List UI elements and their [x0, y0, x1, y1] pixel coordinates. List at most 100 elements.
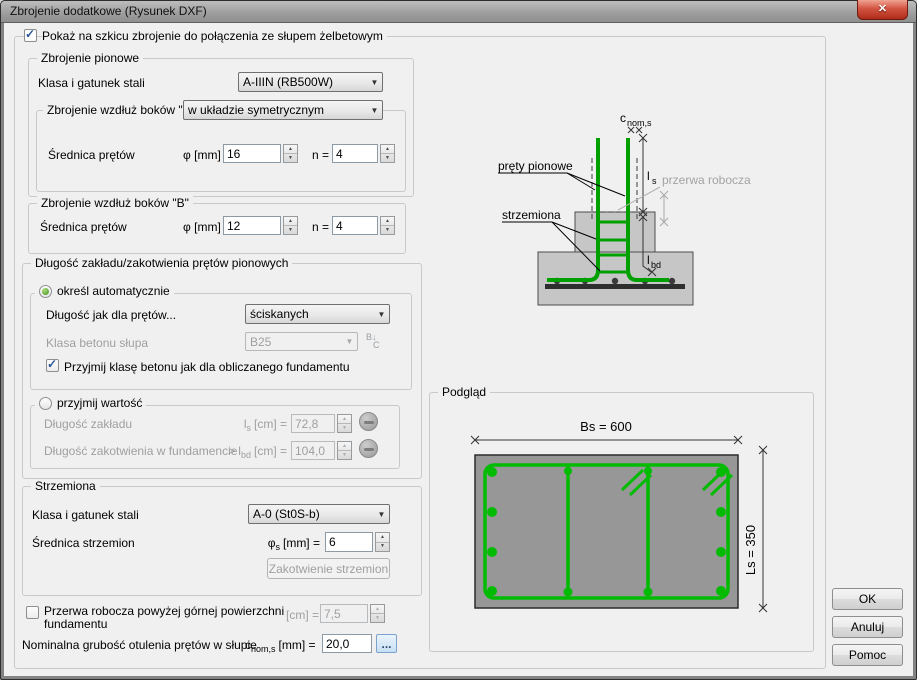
anchor-auto-calc-button — [359, 439, 378, 458]
group-title: Zbrojenie pionowe — [37, 51, 143, 65]
manual-radio-label: przyjmij wartość — [57, 396, 142, 410]
length-as-label: Długość jak dla prętów... — [46, 308, 176, 322]
gap-input — [320, 604, 368, 623]
cover-label: Nominalna grubość otulenia prętów w słup… — [22, 638, 257, 652]
layout-combo[interactable]: w układzie symetrycznym ▼ — [183, 100, 383, 120]
anchor-length-symbol: > lbd [cm] = — [205, 444, 287, 460]
spin-down-icon[interactable]: ▼ — [376, 542, 389, 552]
concrete-class-value: B25 — [246, 335, 342, 349]
column-preview: Bs = 600 — [432, 400, 808, 646]
cover-symbol: cnom,s [mm] = — [245, 638, 318, 654]
stirrup-phi-spinner[interactable]: ▲ ▼ — [375, 532, 390, 552]
spin-up-icon[interactable]: ▲ — [381, 217, 394, 225]
cancel-button[interactable]: Anuluj — [832, 616, 903, 638]
help-button[interactable]: Pomoc — [832, 644, 903, 666]
working-joint-checkbox[interactable] — [26, 606, 39, 619]
spin-up-icon[interactable]: ▲ — [284, 217, 297, 225]
stirrup-steel-value: A-0 (St0S-b) — [249, 507, 374, 521]
dash-icon — [364, 421, 374, 424]
chevron-down-icon: ▼ — [367, 106, 382, 115]
vertical-bars-label: pręty pionowe — [498, 159, 573, 173]
steel-class-combo[interactable]: A-IIIN (RB500W) ▼ — [238, 72, 383, 92]
lap-auto-calc-button — [359, 412, 378, 431]
dash-icon — [364, 448, 374, 451]
spin-down-icon[interactable]: ▼ — [284, 153, 297, 162]
stirrup-steel-label: Klasa i gatunek stali — [32, 508, 139, 522]
n-label: n = — [312, 220, 329, 234]
auto-radio[interactable] — [39, 285, 52, 298]
spin-down-icon[interactable]: ▼ — [381, 153, 394, 162]
ls-label: l — [647, 169, 650, 183]
n-label: n = — [312, 148, 329, 162]
n-b-spinner[interactable]: ▲ ▼ — [380, 216, 395, 235]
window-title: Zbrojenie dodatkowe (Rysunek DXF) — [10, 4, 207, 18]
n-b-input[interactable] — [332, 216, 378, 235]
steel-class-label: Klasa i gatunek stali — [38, 76, 145, 90]
n-l-input[interactable] — [332, 144, 378, 163]
phi-b-input[interactable] — [223, 216, 281, 235]
anchor-length-input — [291, 441, 335, 460]
steel-class-value: A-IIIN (RB500W) — [239, 75, 367, 89]
concrete-class-combo: B25 ▼ — [245, 332, 358, 351]
spin-down-icon: ▼ — [338, 450, 351, 459]
show-sketch-checkbox[interactable]: ✓ — [24, 29, 37, 42]
bs-dimension-label: Bs = 600 — [580, 419, 632, 434]
gap-unit-label: [cm] = — [286, 608, 319, 622]
n-l-spinner[interactable]: ▲ ▼ — [380, 144, 395, 163]
lap-length-label: Długość zakładu — [44, 417, 132, 431]
spin-up-icon[interactable]: ▲ — [284, 145, 297, 153]
ok-button[interactable]: OK — [832, 588, 903, 610]
bar-diameter-label: Średnica prętów — [48, 148, 135, 162]
working-joint-label-2: fundamentu — [44, 617, 107, 631]
lbd-label: l — [647, 253, 650, 267]
group-title: Podgląd — [438, 385, 490, 399]
group-title: Zbrojenie wzdłuż boków "B" — [37, 196, 193, 210]
phi-b-spinner[interactable]: ▲ ▼ — [283, 216, 298, 235]
cover-browse-button[interactable]: ... — [376, 634, 397, 653]
group-title: Długość zakładu/zakotwienia prętów piono… — [31, 256, 292, 270]
ls-dimension — [639, 134, 647, 216]
lap-length-spinner: ▲ ▼ — [337, 414, 352, 433]
spin-up-icon[interactable]: ▲ — [381, 145, 394, 153]
phi-l-input[interactable] — [223, 144, 281, 163]
spin-up-icon: ▲ — [338, 415, 351, 423]
ls-dimension-line — [759, 446, 767, 612]
stirrup-phi-input[interactable] — [325, 532, 373, 552]
spin-down-icon: ▼ — [371, 613, 384, 622]
chevron-down-icon: ▼ — [374, 310, 389, 319]
phi-l-spinner[interactable]: ▲ ▼ — [283, 144, 298, 163]
check-icon: ✓ — [47, 357, 57, 371]
stirrup-steel-combo[interactable]: A-0 (St0S-b) ▼ — [248, 504, 390, 524]
cnom-label: c — [620, 111, 626, 125]
spin-up-icon: ▲ — [371, 605, 384, 613]
dialog-zbrojenie-dodatkowe: Zbrojenie dodatkowe (Rysunek DXF) ✕ ✓ Po… — [0, 0, 917, 680]
spin-up-icon[interactable]: ▲ — [376, 533, 389, 542]
stirrups-label: strzemiona — [502, 208, 561, 222]
cnom-sub: nom,s — [627, 118, 652, 128]
column-section — [475, 455, 738, 608]
spin-up-icon: ▲ — [338, 442, 351, 450]
auto-radio-label: określ automatycznie — [57, 284, 170, 298]
chevron-down-icon: ▼ — [342, 337, 357, 346]
assume-concrete-label: Przyjmij klasę betonu jak dla obliczaneg… — [64, 360, 350, 374]
spin-down-icon: ▼ — [338, 423, 351, 432]
show-sketch-label: Pokaż na szkicu zbrojenie do połączenia … — [42, 29, 387, 43]
length-as-combo[interactable]: ściskanych ▼ — [245, 304, 390, 324]
layout-value: w układzie symetrycznym — [184, 103, 367, 117]
spin-down-icon[interactable]: ▼ — [284, 225, 297, 234]
assume-concrete-checkbox[interactable]: ✓ — [46, 359, 59, 372]
stirrup-phi-symbol: φs [mm] = — [250, 536, 320, 552]
close-icon: ✕ — [878, 4, 887, 15]
lbd-sub: bd — [651, 260, 661, 270]
gap-mini-dimension — [660, 191, 668, 226]
spin-down-icon[interactable]: ▼ — [381, 225, 394, 234]
manual-radio[interactable] — [39, 397, 52, 410]
working-joint-label: przerwa robocza — [662, 173, 751, 187]
chevron-down-icon: ▼ — [367, 78, 382, 87]
cover-input[interactable] — [322, 634, 372, 653]
foundation-sketch: c nom,s l s pręty pionowe przerwa robocz… — [455, 98, 775, 313]
concrete-class-label: Klasa betonu słupa — [46, 336, 148, 350]
close-button[interactable]: ✕ — [857, 0, 908, 20]
title-bar[interactable]: Zbrojenie dodatkowe (Rysunek DXF) — [1, 1, 916, 23]
lap-length-symbol: ls [cm] = — [215, 417, 287, 433]
